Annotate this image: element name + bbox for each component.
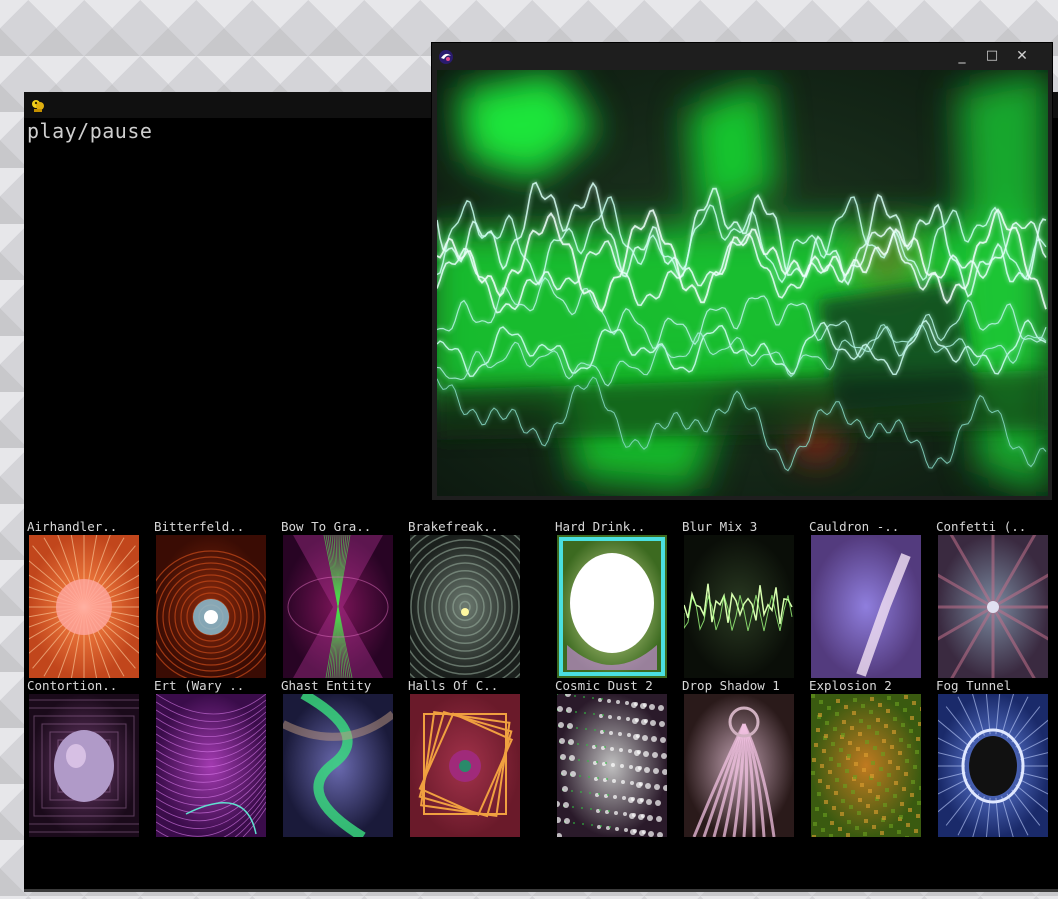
- preset-tile[interactable]: Bow To Gra..: [281, 519, 394, 678]
- preset-thumbnail[interactable]: [938, 535, 1048, 678]
- preset-tile[interactable]: Brakefreak..: [408, 519, 521, 678]
- preset-label: Fog Tunnel: [936, 678, 1012, 693]
- preset-label: Blur Mix 3: [682, 519, 758, 534]
- preset-thumbnail[interactable]: [938, 694, 1048, 837]
- preset-label: Bow To Gra..: [281, 519, 372, 534]
- preset-thumbnail[interactable]: [29, 535, 139, 678]
- preset-tile[interactable]: Cauldron -..: [809, 519, 922, 678]
- preset-label: Brakefreak..: [408, 519, 499, 534]
- preset-label: Cosmic Dust 2: [555, 678, 653, 693]
- preset-tile[interactable]: Confetti (..: [936, 519, 1049, 678]
- preset-label: Ert (Wary ..: [154, 678, 245, 693]
- minimize-button[interactable]: _: [947, 43, 977, 69]
- preset-tile[interactable]: Explosion 2: [809, 678, 922, 837]
- preset-label: Cauldron -..: [809, 519, 900, 534]
- preset-thumbnail[interactable]: [156, 535, 266, 678]
- visualizer-canvas: [437, 70, 1048, 496]
- preset-label: Confetti (..: [936, 519, 1027, 534]
- preset-label: Airhandler..: [27, 519, 118, 534]
- preset-tile[interactable]: Ghast Entity: [281, 678, 394, 837]
- preset-label: Bitterfeld..: [154, 519, 245, 534]
- visualizer-titlebar[interactable]: _ □ ✕: [432, 43, 1052, 70]
- preset-label: Hard Drink..: [555, 519, 646, 534]
- preset-thumbnail[interactable]: [410, 535, 520, 678]
- preset-thumbnail[interactable]: [283, 535, 393, 678]
- preset-thumbnail[interactable]: [684, 694, 794, 837]
- close-button[interactable]: ✕: [1007, 43, 1037, 69]
- preset-tile[interactable]: Blur Mix 3: [682, 519, 795, 678]
- maximize-button[interactable]: □: [977, 43, 1007, 69]
- preset-thumbnail[interactable]: [811, 535, 921, 678]
- preset-tile[interactable]: Contortion..: [27, 678, 140, 837]
- preset-tile[interactable]: Ert (Wary ..: [154, 678, 267, 837]
- visualizer-window: _ □ ✕: [431, 42, 1053, 501]
- preset-label: Contortion..: [27, 678, 118, 693]
- preset-thumbnail[interactable]: [283, 694, 393, 837]
- preset-label: Ghast Entity: [281, 678, 372, 693]
- preset-tile[interactable]: Cosmic Dust 2: [555, 678, 668, 837]
- preset-thumbnail[interactable]: [156, 694, 266, 837]
- preset-thumbnail[interactable]: [811, 694, 921, 837]
- preset-tile[interactable]: Halls Of C..: [408, 678, 521, 837]
- play-pause-button[interactable]: play/pause: [27, 119, 152, 143]
- preset-label: Halls Of C..: [408, 678, 499, 693]
- preset-tile[interactable]: Bitterfeld..: [154, 519, 267, 678]
- visualizer-app-icon: [439, 50, 453, 64]
- preset-label: Explosion 2: [809, 678, 892, 693]
- preset-tile[interactable]: Drop Shadow 1: [682, 678, 795, 837]
- preset-thumbnail[interactable]: [410, 694, 520, 837]
- preset-thumbnail[interactable]: [557, 535, 667, 678]
- preset-label: Drop Shadow 1: [682, 678, 780, 693]
- preset-tile[interactable]: Airhandler..: [27, 519, 140, 678]
- preset-thumbnail[interactable]: [557, 694, 667, 837]
- app-icon: [32, 100, 44, 112]
- preset-thumbnail[interactable]: [684, 535, 794, 678]
- preset-tile[interactable]: Hard Drink..: [555, 519, 668, 678]
- preset-thumbnail[interactable]: [29, 694, 139, 837]
- preset-tile[interactable]: Fog Tunnel: [936, 678, 1049, 837]
